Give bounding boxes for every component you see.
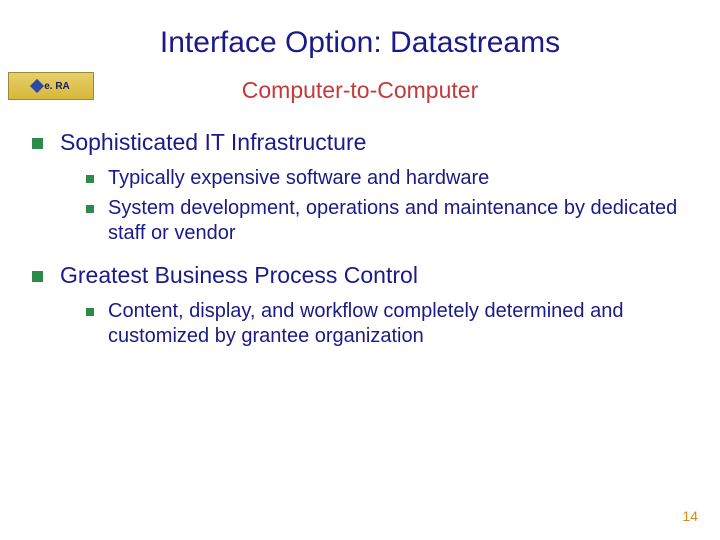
sub-list: Typically expensive software and hardwar… [82,166,694,245]
era-logo: e. RA [8,72,94,100]
slide: Interface Option: Datastreams e. RA Comp… [0,0,720,540]
list-item: Sophisticated IT Infrastructure Typicall… [26,128,694,245]
bullet-text: Typically expensive software and hardwar… [108,167,489,189]
bullet-text: Content, display, and workflow completel… [108,300,623,346]
list-item: Typically expensive software and hardwar… [82,166,694,190]
header-row: e. RA Computer-to-Computer [0,70,720,110]
bullet-text: Greatest Business Process Control [60,262,418,288]
slide-title: Interface Option: Datastreams [0,0,720,60]
bullet-list: Sophisticated IT Infrastructure Typicall… [26,128,694,348]
page-number: 14 [682,508,698,524]
diamond-icon [30,79,44,93]
list-item: Greatest Business Process Control Conten… [26,261,694,348]
era-logo-text: e. RA [44,81,70,92]
era-logo-inner: e. RA [32,81,70,92]
list-item: System development, operations and maint… [82,196,694,245]
slide-subtitle: Computer-to-Computer [0,77,720,104]
bullet-text: System development, operations and maint… [108,197,677,243]
sub-list: Content, display, and workflow completel… [82,299,694,348]
list-item: Content, display, and workflow completel… [82,299,694,348]
bullet-text: Sophisticated IT Infrastructure [60,129,366,155]
slide-body: Sophisticated IT Infrastructure Typicall… [0,110,720,348]
